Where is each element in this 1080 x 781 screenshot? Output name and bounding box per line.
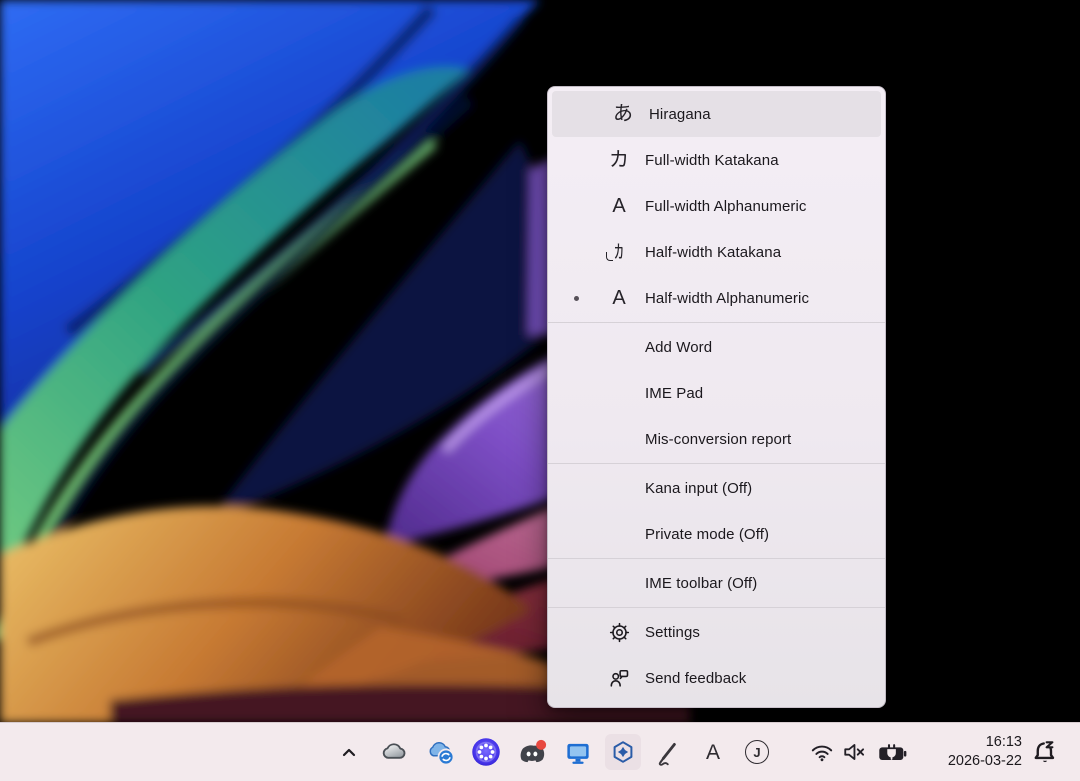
menu-divider <box>548 463 885 464</box>
menu-item-halfwidth-katakana[interactable]: ｶ Half-width Katakana <box>548 229 885 275</box>
ime-mode-indicator[interactable]: A <box>695 734 731 770</box>
menu-item-fullwidth-alphanumeric[interactable]: A Full-width Alphanumeric <box>548 183 885 229</box>
hexagon-app-tray-button[interactable] <box>605 734 641 770</box>
menu-item-label: Send feedback <box>645 670 746 687</box>
indigo-app-tray-button[interactable] <box>468 734 504 770</box>
japanese-language-badge: J <box>745 740 769 764</box>
onedrive-cloud-icon <box>380 738 408 766</box>
notification-bell-dnd-icon <box>1030 737 1060 767</box>
cloud-sync-icon <box>426 737 456 767</box>
taskbar-clock[interactable]: 16:13 2026-03-22 <box>948 733 1022 771</box>
clock-time: 16:13 <box>948 733 1022 752</box>
menu-item-hiragana[interactable]: あ Hiragana <box>552 91 881 137</box>
katakana-glyph-icon: カ <box>604 150 634 170</box>
wifi-tray-button[interactable] <box>804 734 840 770</box>
alphanumeric-glyph-icon: A <box>604 288 634 308</box>
send-feedback-icon <box>604 668 634 689</box>
menu-item-label: Private mode (Off) <box>645 526 769 543</box>
menu-item-misconversion-report[interactable]: Mis-conversion report <box>548 416 885 462</box>
halfwidth-katakana-glyph-icon: ｶ <box>604 242 634 262</box>
radio-column <box>548 296 604 301</box>
hexagon-sparkle-app-icon <box>609 738 637 766</box>
cloud-sync-tray-button[interactable] <box>423 734 459 770</box>
menu-item-kana-input[interactable]: Kana input (Off) <box>548 465 885 511</box>
menu-item-add-word[interactable]: Add Word <box>548 324 885 370</box>
discord-tray-button[interactable] <box>514 734 550 770</box>
menu-item-ime-toolbar[interactable]: IME toolbar (Off) <box>548 560 885 606</box>
menu-item-label: IME Pad <box>645 385 703 402</box>
clock-date: 2026-03-22 <box>948 752 1022 771</box>
settings-gear-icon <box>604 622 634 643</box>
chevron-up-icon <box>336 739 362 765</box>
discord-icon <box>517 737 547 767</box>
menu-item-fullwidth-katakana[interactable]: カ Full-width Katakana <box>548 137 885 183</box>
volume-muted-icon <box>842 739 868 765</box>
pen-input-tray-button[interactable] <box>650 734 686 770</box>
hiragana-glyph-icon: あ <box>608 104 638 124</box>
menu-item-private-mode[interactable]: Private mode (Off) <box>548 511 885 557</box>
battery-tray-button[interactable] <box>875 734 911 770</box>
menu-item-label: Full-width Katakana <box>645 152 779 169</box>
menu-item-label: Kana input (Off) <box>645 480 752 497</box>
menu-item-halfwidth-alphanumeric[interactable]: A Half-width Alphanumeric <box>548 275 885 321</box>
menu-divider <box>548 607 885 608</box>
menu-item-label: Full-width Alphanumeric <box>645 198 807 215</box>
menu-item-label: Add Word <box>645 339 712 356</box>
monitor-app-tray-button[interactable] <box>560 734 596 770</box>
ime-context-menu: あ Hiragana カ Full-width Katakana A Full-… <box>547 86 886 708</box>
notification-center-button[interactable] <box>1027 734 1063 770</box>
menu-item-send-feedback[interactable]: Send feedback <box>548 655 885 701</box>
battery-charging-icon <box>877 738 909 766</box>
menu-item-label: Mis-conversion report <box>645 431 791 448</box>
menu-item-label: Half-width Katakana <box>645 244 781 261</box>
menu-item-label: IME toolbar (Off) <box>645 575 757 592</box>
selected-radio-dot <box>574 296 579 301</box>
menu-divider <box>548 322 885 323</box>
wifi-icon <box>809 739 835 765</box>
onedrive-tray-button[interactable] <box>376 734 412 770</box>
volume-tray-button[interactable] <box>837 734 873 770</box>
alphanumeric-glyph-icon: A <box>604 196 634 216</box>
menu-item-settings[interactable]: Settings <box>548 609 885 655</box>
menu-item-label: Half-width Alphanumeric <box>645 290 809 307</box>
menu-divider <box>548 558 885 559</box>
taskbar: A J 16:13 2026-03-22 <box>0 722 1080 781</box>
menu-item-label: Hiragana <box>649 106 711 123</box>
notification-badge <box>536 740 546 750</box>
wallpaper-art <box>0 0 1080 723</box>
ime-mode-letter: A <box>706 742 720 763</box>
menu-item-ime-pad[interactable]: IME Pad <box>548 370 885 416</box>
show-hidden-icons-button[interactable] <box>331 734 367 770</box>
language-indicator[interactable]: J <box>739 734 775 770</box>
desktop-wallpaper <box>0 0 1080 723</box>
pen-input-icon <box>654 738 682 766</box>
monitor-app-icon <box>563 737 593 767</box>
menu-item-label: Settings <box>645 624 700 641</box>
indigo-ring-app-icon <box>471 737 501 767</box>
